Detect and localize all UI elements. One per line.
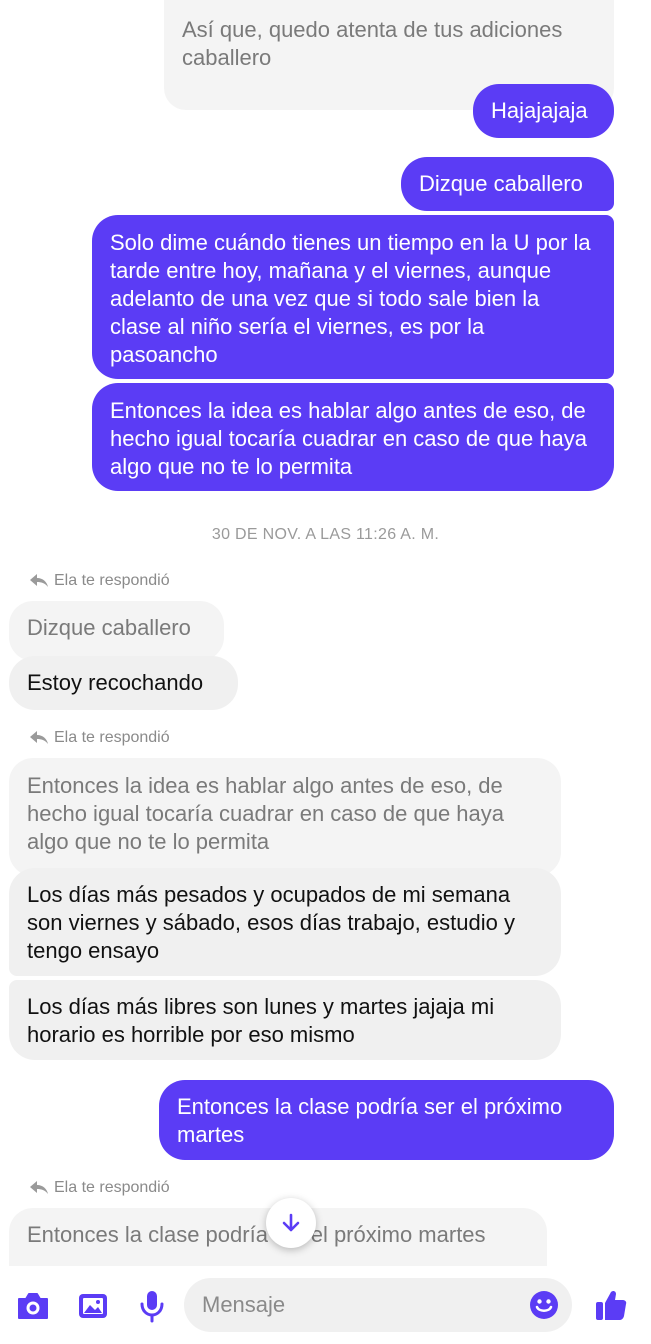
message-input-placeholder: Mensaje — [202, 1292, 286, 1317]
reply-icon — [30, 1181, 48, 1194]
quoted-message[interactable]: Dizque caballero — [9, 601, 224, 661]
message-bubble-outgoing[interactable]: Entonces la idea es hablar algo antes de… — [92, 383, 614, 491]
message-bubble-outgoing[interactable]: Entonces la clase podría ser el próximo … — [159, 1080, 614, 1160]
message-bubble-outgoing[interactable]: Hajajajaja — [473, 84, 614, 138]
message-text: Entonces la idea es hablar algo antes de… — [110, 398, 587, 479]
message-bubble-outgoing[interactable]: Solo dime cuándo tienes un tiempo en la … — [92, 215, 614, 379]
thumbs-up-icon — [596, 1290, 627, 1320]
message-text: Los días más libres son lunes y martes j… — [27, 994, 495, 1047]
like-button[interactable] — [592, 1286, 630, 1324]
reply-indicator: Ela te respondió — [30, 729, 170, 747]
message-text: Dizque caballero — [419, 171, 583, 196]
quoted-message[interactable]: Entonces la idea es hablar algo antes de… — [9, 758, 561, 876]
quoted-text: Dizque caballero — [27, 615, 191, 640]
emoji-button[interactable] — [528, 1289, 560, 1321]
reply-icon — [30, 731, 48, 744]
message-text: Los días más pesados y ocupados de mi se… — [27, 882, 515, 963]
message-bubble-incoming[interactable]: Los días más libres son lunes y martes j… — [9, 980, 561, 1060]
timestamp: 30 DE NOV. A LAS 11:26 A. M. — [211, 526, 440, 543]
message-text: Hajajajaja — [491, 98, 588, 123]
microphone-icon — [140, 1291, 164, 1323]
reply-indicator: Ela te respondió — [30, 572, 170, 590]
arrow-down-icon — [282, 1213, 300, 1232]
image-icon — [79, 1294, 107, 1318]
camera-button[interactable] — [14, 1288, 52, 1324]
emoji-icon — [530, 1291, 558, 1319]
quoted-text: Entonces la idea es hablar algo antes de… — [27, 773, 504, 854]
quoted-text: Entonces la clase podría ser el próximo … — [27, 1222, 486, 1247]
reply-label-text: Ela te respondió — [54, 572, 170, 589]
microphone-button[interactable] — [134, 1288, 170, 1324]
message-text: Entonces la clase podría ser el próximo … — [177, 1094, 563, 1147]
composer-bar: Mensaje — [0, 1266, 651, 1344]
message-input[interactable]: Mensaje — [184, 1278, 572, 1332]
message-text: Así que, quedo atenta de tus adiciones c… — [182, 17, 563, 70]
reply-indicator: Ela te respondió — [30, 1179, 170, 1197]
reply-icon — [30, 574, 48, 587]
reply-label-text: Ela te respondió — [54, 1179, 170, 1196]
camera-icon — [18, 1293, 48, 1319]
message-text: Solo dime cuándo tienes un tiempo en la … — [110, 230, 591, 367]
gallery-button[interactable] — [74, 1288, 112, 1324]
message-bubble-incoming[interactable]: Los días más pesados y ocupados de mi se… — [9, 868, 561, 976]
reply-label-text: Ela te respondió — [54, 729, 170, 746]
scroll-to-bottom-button[interactable] — [266, 1198, 316, 1248]
message-bubble-incoming[interactable]: Estoy recochando — [9, 656, 238, 710]
message-text: Estoy recochando — [27, 670, 204, 695]
message-bubble-outgoing[interactable]: Dizque caballero — [401, 157, 614, 211]
